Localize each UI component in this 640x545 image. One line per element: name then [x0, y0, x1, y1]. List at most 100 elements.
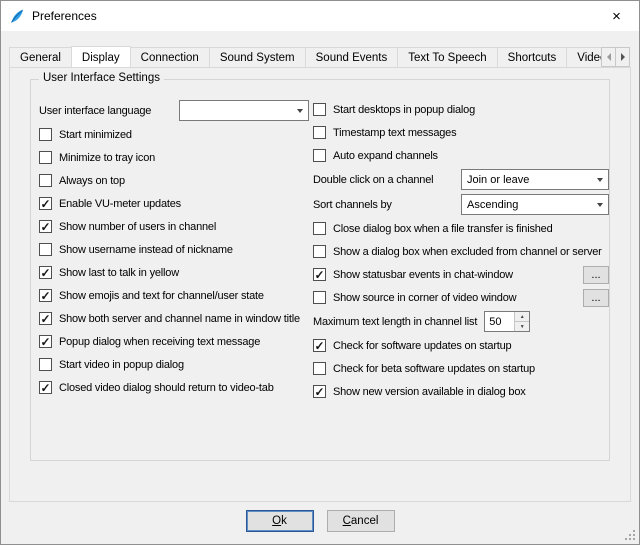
checkbox[interactable]	[39, 174, 52, 187]
checkbox-row: Start minimized	[39, 123, 309, 146]
tab-pane: User Interface Settings User interface l…	[9, 67, 631, 502]
double-click-value: Join or leave	[462, 174, 591, 186]
left-column: User interface language Start minimized …	[39, 98, 309, 399]
checkbox-label[interactable]: Check for beta software updates on start…	[333, 363, 535, 375]
checkbox-row: Start video in popup dialog	[39, 353, 309, 376]
checkbox[interactable]	[39, 381, 52, 394]
checkbox-row: Show a dialog box when excluded from cha…	[313, 240, 609, 263]
close-button[interactable]: ×	[594, 1, 639, 31]
checkbox-label[interactable]: Show last to talk in yellow	[59, 267, 179, 279]
sort-channels-select[interactable]: Ascending	[461, 194, 609, 215]
checkbox[interactable]	[313, 268, 326, 281]
checkbox-row: Show number of users in channel	[39, 215, 309, 238]
max-text-length-spinner[interactable]: 50 ▲ ▼	[484, 311, 530, 332]
checkbox-row: Show emojis and text for channel/user st…	[39, 284, 309, 307]
spinner-arrows: ▲ ▼	[514, 312, 529, 331]
preferences-dialog: Preferences × General Display Connection…	[0, 0, 640, 545]
sort-channels-label: Sort channels by	[313, 199, 392, 211]
double-click-label: Double click on a channel	[313, 174, 433, 186]
max-text-length-label: Maximum text length in channel list	[313, 316, 477, 328]
checkbox-label[interactable]: Show number of users in channel	[59, 221, 216, 233]
checkbox[interactable]	[39, 266, 52, 279]
checkbox-label[interactable]: Enable VU-meter updates	[59, 198, 181, 210]
group-title: User Interface Settings	[39, 72, 164, 84]
double-click-select[interactable]: Join or leave	[461, 169, 609, 190]
tab-sound-events[interactable]: Sound Events	[305, 47, 399, 67]
spinner-down-icon[interactable]: ▼	[515, 322, 529, 331]
user-interface-settings-group: User Interface Settings User interface l…	[30, 79, 610, 461]
language-row: User interface language	[39, 98, 309, 123]
checkbox[interactable]	[39, 220, 52, 233]
checkbox-label[interactable]: Close dialog box when a file transfer is…	[333, 223, 553, 235]
video-source-browse-button[interactable]: ...	[583, 289, 609, 307]
checkbox-row: Minimize to tray icon	[39, 146, 309, 169]
checkbox[interactable]	[313, 362, 326, 375]
tab-shortcuts[interactable]: Shortcuts	[497, 47, 568, 67]
max-text-length-row: Maximum text length in channel list 50 ▲…	[313, 309, 609, 334]
statusbar-events-browse-button[interactable]: ...	[583, 266, 609, 284]
checkbox-label[interactable]: Start minimized	[59, 129, 132, 141]
checkbox-label[interactable]: Always on top	[59, 175, 125, 187]
checkbox-label[interactable]: Auto expand channels	[333, 150, 438, 162]
checkbox-label[interactable]: Start desktops in popup dialog	[333, 104, 475, 116]
checkbox-row: Close dialog box when a file transfer is…	[313, 217, 609, 240]
tab-sound-system[interactable]: Sound System	[209, 47, 306, 67]
checkbox[interactable]	[39, 128, 52, 141]
app-icon	[9, 8, 25, 24]
right-column: Start desktops in popup dialog Timestamp…	[313, 98, 609, 403]
checkbox-label[interactable]: Show a dialog box when excluded from cha…	[333, 246, 602, 258]
checkbox[interactable]	[313, 245, 326, 258]
checkbox-label[interactable]: Minimize to tray icon	[59, 152, 155, 164]
checkbox-row: Closed video dialog should return to vid…	[39, 376, 309, 399]
footer: Ok Cancel	[1, 510, 639, 533]
double-click-row: Double click on a channel Join or leave	[313, 167, 609, 192]
spinner-value[interactable]: 50	[485, 312, 514, 331]
tab-text-to-speech[interactable]: Text To Speech	[397, 47, 497, 67]
tab-scroll-buttons	[602, 47, 630, 67]
sort-channels-row: Sort channels by Ascending	[313, 192, 609, 217]
checkbox[interactable]	[39, 243, 52, 256]
language-label: User interface language	[39, 105, 151, 117]
cancel-button[interactable]: Cancel	[327, 510, 395, 532]
checkbox[interactable]	[313, 291, 326, 304]
checkbox-label[interactable]: Popup dialog when receiving text message	[59, 336, 260, 348]
spinner-up-icon[interactable]: ▲	[515, 312, 529, 322]
checkbox-label[interactable]: Show both server and channel name in win…	[59, 313, 300, 325]
checkbox[interactable]	[39, 151, 52, 164]
checkbox-row: Enable VU-meter updates	[39, 192, 309, 215]
tab-bar: General Display Connection Sound System …	[9, 45, 631, 67]
checkbox-label[interactable]: Start video in popup dialog	[59, 359, 184, 371]
checkbox-label[interactable]: Closed video dialog should return to vid…	[59, 382, 274, 394]
checkbox[interactable]	[39, 335, 52, 348]
checkbox[interactable]	[39, 197, 52, 210]
checkbox-label[interactable]: Show statusbar events in chat-window	[333, 269, 513, 281]
checkbox-label[interactable]: Timestamp text messages	[333, 127, 456, 139]
checkbox[interactable]	[39, 312, 52, 325]
checkbox[interactable]	[39, 289, 52, 302]
checkbox-row: Check for software updates on startup	[313, 334, 609, 357]
ok-button-label: Ok	[272, 515, 287, 527]
title-bar: Preferences ×	[1, 1, 639, 31]
checkbox[interactable]	[313, 222, 326, 235]
checkbox-label[interactable]: Show username instead of nickname	[59, 244, 233, 256]
checkbox-label[interactable]: Show emojis and text for channel/user st…	[59, 290, 264, 302]
checkbox[interactable]	[313, 126, 326, 139]
chevron-down-icon	[591, 178, 608, 182]
tab-scroll-left-icon[interactable]	[601, 47, 616, 67]
checkbox-label[interactable]: Show new version available in dialog box	[333, 386, 526, 398]
chevron-down-icon	[591, 203, 608, 207]
tab-display[interactable]: Display	[71, 46, 131, 67]
checkbox-label[interactable]: Show source in corner of video window	[333, 292, 516, 304]
tab-scroll-right-icon[interactable]	[615, 47, 630, 67]
ok-button[interactable]: Ok	[246, 510, 314, 532]
tab-connection[interactable]: Connection	[130, 47, 210, 67]
checkbox[interactable]	[313, 103, 326, 116]
checkbox-row: Check for beta software updates on start…	[313, 357, 609, 380]
checkbox-label[interactable]: Check for software updates on startup	[333, 340, 511, 352]
checkbox[interactable]	[39, 358, 52, 371]
tab-general[interactable]: General	[9, 47, 72, 67]
checkbox[interactable]	[313, 149, 326, 162]
checkbox[interactable]	[313, 339, 326, 352]
language-select[interactable]	[179, 100, 309, 121]
checkbox[interactable]	[313, 385, 326, 398]
